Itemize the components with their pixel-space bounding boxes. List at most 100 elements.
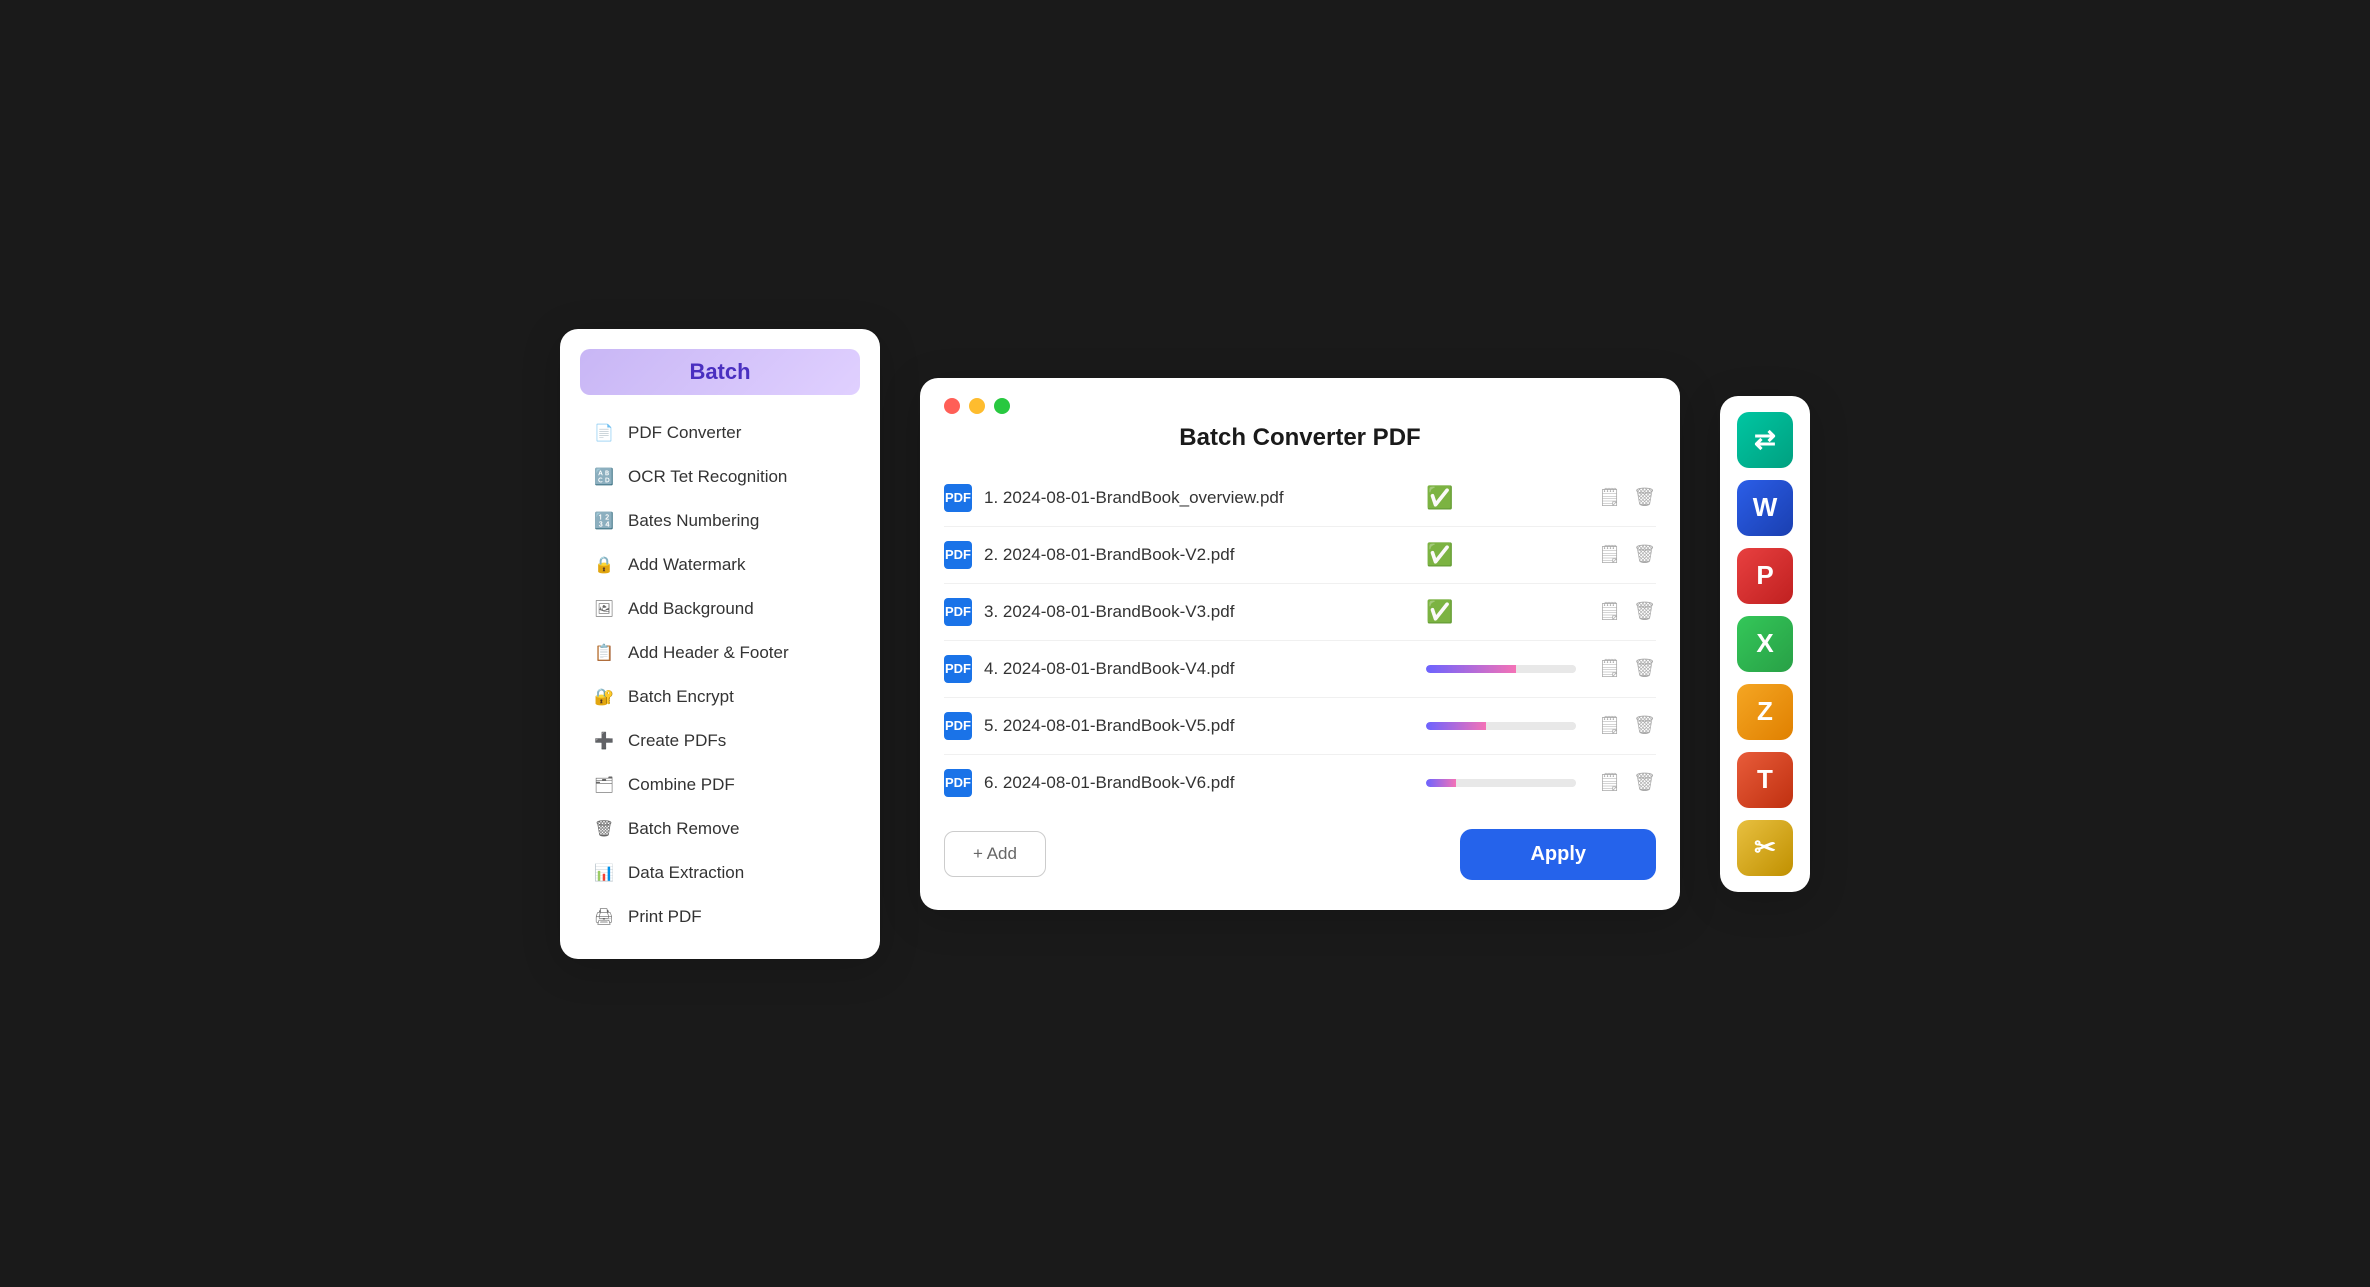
add-header-footer-label: Add Header & Footer bbox=[628, 643, 789, 663]
file-actions: 🗒 🗑 bbox=[1598, 658, 1656, 679]
panel-title: Batch Converter PDF bbox=[920, 424, 1680, 452]
file-status-progress bbox=[1426, 665, 1586, 673]
file-delete-icon[interactable]: 🗑 bbox=[1633, 658, 1656, 679]
sidebar-header: Batch bbox=[560, 349, 880, 395]
dock-text-edit[interactable]: T bbox=[1737, 752, 1793, 808]
dock-excel[interactable]: X bbox=[1737, 616, 1793, 672]
dock-edit[interactable]: Z bbox=[1737, 684, 1793, 740]
file-delete-icon[interactable]: 🗑 bbox=[1633, 715, 1656, 736]
file-delete-icon[interactable]: 🗑 bbox=[1633, 601, 1656, 622]
file-row: PDF 6. 2024-08-01-BrandBook-V6.pdf 🗒 🗑 bbox=[944, 755, 1656, 811]
sidebar-items: 📄 PDF Converter 🔠 OCR Tet Recognition 🔢 … bbox=[560, 411, 880, 939]
file-actions: 🗒 🗑 bbox=[1598, 544, 1656, 565]
batch-encrypt-icon: 🔐 bbox=[592, 685, 616, 709]
bates-numbering-icon: 🔢 bbox=[592, 509, 616, 533]
check-icon: ✅ bbox=[1426, 485, 1453, 511]
file-row: PDF 5. 2024-08-01-BrandBook-V5.pdf 🗒 🗑 bbox=[944, 698, 1656, 755]
file-name: 5. 2024-08-01-BrandBook-V5.pdf bbox=[984, 716, 1414, 736]
maximize-button[interactable] bbox=[994, 398, 1010, 414]
file-name: 4. 2024-08-01-BrandBook-V4.pdf bbox=[984, 659, 1414, 679]
file-info-icon[interactable]: 🗒 bbox=[1598, 658, 1621, 679]
file-info-icon[interactable]: 🗒 bbox=[1598, 544, 1621, 565]
batch-encrypt-label: Batch Encrypt bbox=[628, 687, 734, 707]
add-watermark-icon: 🔒 bbox=[592, 553, 616, 577]
panel-footer: + Add Apply bbox=[920, 811, 1680, 880]
progress-bar bbox=[1426, 722, 1576, 730]
sidebar-item-batch-remove[interactable]: 🗑 Batch Remove bbox=[568, 807, 872, 851]
add-watermark-label: Add Watermark bbox=[628, 555, 745, 575]
file-info-icon[interactable]: 🗒 bbox=[1598, 715, 1621, 736]
close-button[interactable] bbox=[944, 398, 960, 414]
sidebar-item-combine-pdf[interactable]: 🗂 Combine PDF bbox=[568, 763, 872, 807]
file-icon: PDF bbox=[944, 541, 972, 569]
file-status-progress bbox=[1426, 779, 1586, 787]
sidebar-item-add-watermark[interactable]: 🔒 Add Watermark bbox=[568, 543, 872, 587]
file-name: 6. 2024-08-01-BrandBook-V6.pdf bbox=[984, 773, 1414, 793]
create-pdfs-icon: ➕ bbox=[592, 729, 616, 753]
dock-word[interactable]: W bbox=[1737, 480, 1793, 536]
sidebar-item-add-header-footer[interactable]: 📋 Add Header & Footer bbox=[568, 631, 872, 675]
dock-powerpoint[interactable]: P bbox=[1737, 548, 1793, 604]
file-name: 2. 2024-08-01-BrandBook-V2.pdf bbox=[984, 545, 1414, 565]
sidebar-item-create-pdfs[interactable]: ➕ Create PDFs bbox=[568, 719, 872, 763]
file-icon: PDF bbox=[944, 598, 972, 626]
sidebar-item-add-background[interactable]: 🖼 Add Background bbox=[568, 587, 872, 631]
file-delete-icon[interactable]: 🗑 bbox=[1633, 487, 1656, 508]
pdf-converter-icon: 📄 bbox=[592, 421, 616, 445]
data-extraction-label: Data Extraction bbox=[628, 863, 744, 883]
file-actions: 🗒 🗑 bbox=[1598, 487, 1656, 508]
file-icon: PDF bbox=[944, 712, 972, 740]
add-background-icon: 🖼 bbox=[592, 597, 616, 621]
file-status-progress bbox=[1426, 722, 1586, 730]
bates-numbering-label: Bates Numbering bbox=[628, 511, 759, 531]
sidebar-item-print-pdf[interactable]: 🖨 Print PDF bbox=[568, 895, 872, 939]
file-info-icon[interactable]: 🗒 bbox=[1598, 772, 1621, 793]
sidebar-item-batch-encrypt[interactable]: 🔐 Batch Encrypt bbox=[568, 675, 872, 719]
progress-bar bbox=[1426, 665, 1576, 673]
apply-button[interactable]: Apply bbox=[1460, 829, 1656, 880]
file-row: PDF 2. 2024-08-01-BrandBook-V2.pdf ✅ 🗒 🗑 bbox=[944, 527, 1656, 584]
ocr-recognition-label: OCR Tet Recognition bbox=[628, 467, 787, 487]
sidebar-item-bates-numbering[interactable]: 🔢 Bates Numbering bbox=[568, 499, 872, 543]
combine-pdf-icon: 🗂 bbox=[592, 773, 616, 797]
batch-remove-icon: 🗑 bbox=[592, 817, 616, 841]
file-name: 1. 2024-08-01-BrandBook_overview.pdf bbox=[984, 488, 1414, 508]
file-status-done: ✅ bbox=[1426, 542, 1586, 568]
file-info-icon[interactable]: 🗒 bbox=[1598, 601, 1621, 622]
print-pdf-label: Print PDF bbox=[628, 907, 702, 927]
file-actions: 🗒 🗑 bbox=[1598, 715, 1656, 736]
scene: Batch 📄 PDF Converter 🔠 OCR Tet Recognit… bbox=[0, 0, 2370, 1287]
file-actions: 🗒 🗑 bbox=[1598, 601, 1656, 622]
batch-remove-label: Batch Remove bbox=[628, 819, 740, 839]
progress-bar bbox=[1426, 779, 1576, 787]
check-icon: ✅ bbox=[1426, 599, 1453, 625]
sidebar-item-pdf-converter[interactable]: 📄 PDF Converter bbox=[568, 411, 872, 455]
file-icon: PDF bbox=[944, 484, 972, 512]
sidebar-item-ocr-recognition[interactable]: 🔠 OCR Tet Recognition bbox=[568, 455, 872, 499]
file-status-done: ✅ bbox=[1426, 599, 1586, 625]
dock-photo[interactable]: ✂ bbox=[1737, 820, 1793, 876]
file-row: PDF 1. 2024-08-01-BrandBook_overview.pdf… bbox=[944, 470, 1656, 527]
check-icon: ✅ bbox=[1426, 542, 1453, 568]
file-icon: PDF bbox=[944, 655, 972, 683]
file-row: PDF 4. 2024-08-01-BrandBook-V4.pdf 🗒 🗑 bbox=[944, 641, 1656, 698]
add-button[interactable]: + Add bbox=[944, 831, 1046, 877]
main-panel: Batch Converter PDF PDF 1. 2024-08-01-Br… bbox=[920, 378, 1680, 910]
progress-bar-fill bbox=[1426, 665, 1576, 673]
file-delete-icon[interactable]: 🗑 bbox=[1633, 772, 1656, 793]
file-status-done: ✅ bbox=[1426, 485, 1586, 511]
add-background-label: Add Background bbox=[628, 599, 754, 619]
sidebar: Batch 📄 PDF Converter 🔠 OCR Tet Recognit… bbox=[560, 329, 880, 959]
file-list: PDF 1. 2024-08-01-BrandBook_overview.pdf… bbox=[920, 470, 1680, 811]
file-info-icon[interactable]: 🗒 bbox=[1598, 487, 1621, 508]
dock-pdf-merge[interactable]: ⇄ bbox=[1737, 412, 1793, 468]
file-icon: PDF bbox=[944, 769, 972, 797]
sidebar-item-data-extraction[interactable]: 📊 Data Extraction bbox=[568, 851, 872, 895]
create-pdfs-label: Create PDFs bbox=[628, 731, 726, 751]
right-dock: ⇄ WPXZT ✂ bbox=[1720, 396, 1810, 892]
minimize-button[interactable] bbox=[969, 398, 985, 414]
batch-button[interactable]: Batch bbox=[580, 349, 860, 395]
data-extraction-icon: 📊 bbox=[592, 861, 616, 885]
file-delete-icon[interactable]: 🗑 bbox=[1633, 544, 1656, 565]
ocr-recognition-icon: 🔠 bbox=[592, 465, 616, 489]
